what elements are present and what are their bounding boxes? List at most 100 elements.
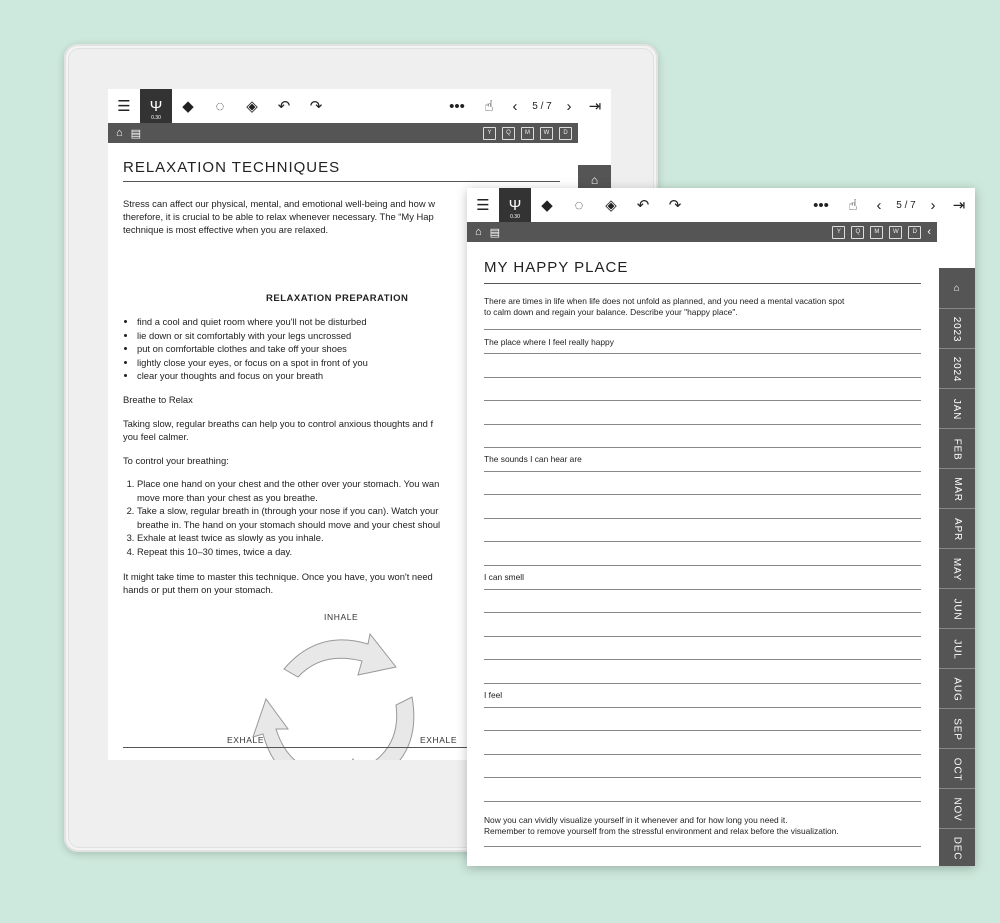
chevron-left-icon[interactable]: ‹	[927, 226, 931, 239]
tab-dec[interactable]: DEC	[939, 828, 975, 867]
next-page-icon[interactable]: ›	[923, 188, 943, 222]
section-place: The place where I feel really happy	[484, 337, 921, 349]
touch-icon[interactable]: ☝	[837, 188, 869, 222]
intro-line: Stress can affect our physical, mental, …	[123, 198, 435, 209]
writing-line[interactable]	[484, 565, 921, 566]
writing-line[interactable]	[484, 518, 921, 519]
notes-icon[interactable]: ▤	[490, 226, 500, 239]
toc-icon[interactable]: ☰	[467, 188, 499, 222]
section-sounds: The sounds I can hear are	[484, 454, 921, 466]
outro-line: Now you can vividly visualize yourself i…	[484, 815, 788, 825]
prev-page-icon[interactable]: ‹	[869, 188, 889, 222]
list-item: lie down or sit comfortably with your le…	[137, 329, 467, 343]
home-icon: ⌂	[953, 282, 961, 294]
pen-tool-icon[interactable]: Ψ 0.30	[140, 89, 172, 123]
prev-page-icon[interactable]: ‹	[505, 89, 525, 123]
tab-may[interactable]: MAY	[939, 548, 975, 589]
writing-line[interactable]	[484, 612, 921, 613]
intro-line: therefore, it is crucial to be able to r…	[123, 211, 434, 222]
touch-icon[interactable]: ☝	[473, 89, 505, 123]
writing-line[interactable]	[484, 754, 921, 755]
eraser-icon[interactable]: ◆	[172, 89, 204, 123]
tab-apr[interactable]: APR	[939, 508, 975, 549]
writing-line[interactable]	[484, 494, 921, 495]
writing-line[interactable]	[484, 353, 921, 354]
writing-line[interactable]	[484, 541, 921, 542]
writing-line[interactable]	[484, 801, 921, 802]
nav-year-button[interactable]: Y	[832, 225, 846, 239]
tab-2023[interactable]: 2023	[939, 308, 975, 349]
title-divider	[484, 283, 921, 284]
tab-home[interactable]: ⌂	[939, 268, 975, 308]
lasso-icon[interactable]: ◌	[563, 188, 595, 222]
tab-label: MAR	[951, 476, 963, 502]
writing-line[interactable]	[484, 377, 921, 378]
writing-line[interactable]	[484, 636, 921, 637]
nav-month-button[interactable]: M	[521, 126, 534, 140]
home-icon[interactable]: ⌂	[116, 127, 123, 139]
nav-week-button[interactable]: W	[889, 225, 903, 239]
tab-2024[interactable]: 2024	[939, 348, 975, 389]
writing-line[interactable]	[484, 777, 921, 778]
outro-text: Now you can vividly visualize yourself i…	[484, 815, 921, 836]
nav-week-button[interactable]: W	[540, 126, 553, 140]
tab-jan[interactable]: JAN	[939, 388, 975, 429]
tab-oct[interactable]: OCT	[939, 748, 975, 789]
writing-line[interactable]	[484, 730, 921, 731]
writing-line[interactable]	[484, 683, 921, 684]
writing-line[interactable]	[484, 424, 921, 425]
next-page-icon[interactable]: ›	[559, 89, 579, 123]
writing-line[interactable]	[484, 447, 921, 448]
undo-icon[interactable]: ↶	[627, 188, 659, 222]
tab-mar[interactable]: MAR	[939, 468, 975, 509]
notes-icon[interactable]: ▤	[131, 127, 141, 140]
breathing-cycle-diagram	[252, 632, 415, 760]
tab-label: JUL	[951, 638, 963, 660]
tab-jun[interactable]: JUN	[939, 588, 975, 629]
breathe-line: you feel calmer.	[123, 431, 189, 442]
writing-line[interactable]	[484, 471, 921, 472]
lasso-icon[interactable]: ◌	[204, 89, 236, 123]
writing-line[interactable]	[484, 707, 921, 708]
nav-quarter-button[interactable]: Q	[502, 126, 515, 140]
section-label: The sounds I can hear are	[484, 454, 582, 464]
writing-line	[484, 846, 921, 847]
eraser-icon[interactable]: ◆	[531, 188, 563, 222]
writing-line[interactable]	[484, 659, 921, 660]
tab-sep[interactable]: SEP	[939, 708, 975, 749]
tab-label: APR	[951, 517, 963, 541]
tab-nov[interactable]: NOV	[939, 788, 975, 829]
steps-list: Place one hand on your chest and the oth…	[123, 477, 477, 558]
undo-icon[interactable]: ↶	[268, 89, 300, 123]
nav-quarter-button[interactable]: Q	[851, 225, 865, 239]
tab-aug[interactable]: AUG	[939, 668, 975, 709]
section-label: The place where I feel really happy	[484, 337, 614, 347]
more-icon[interactable]: •••	[441, 89, 473, 123]
step-text: move more than your chest as you breathe…	[137, 491, 318, 503]
nav-day-button[interactable]: D	[908, 225, 922, 239]
redo-icon[interactable]: ↷	[659, 188, 691, 222]
tab-feb[interactable]: FEB	[939, 428, 975, 469]
breathe-line: Taking slow, regular breaths can help yo…	[123, 418, 434, 429]
nav-year-button[interactable]: Y	[483, 126, 496, 140]
tab-jul[interactable]: JUL	[939, 628, 975, 669]
exit-icon[interactable]: ⇥	[943, 188, 975, 222]
writing-line[interactable]	[484, 589, 921, 590]
layers-icon[interactable]: ◈	[236, 89, 268, 123]
closing-line: It might take time to master this techni…	[123, 571, 433, 582]
nav-day-button[interactable]: D	[559, 126, 572, 140]
home-icon[interactable]: ⌂	[475, 226, 482, 238]
cycle-arrow-right	[351, 696, 415, 760]
writing-line[interactable]	[484, 400, 921, 401]
more-icon[interactable]: •••	[805, 188, 837, 222]
pen-tool-icon[interactable]: Ψ 0.30	[499, 188, 531, 222]
happy-place-page: ☰ Ψ 0.30 ◆ ◌ ◈ ↶ ↷ ••• ☝ ‹ 5 / 7 › ⇥ ⌂ ▤ …	[467, 188, 975, 866]
nav-month-button[interactable]: M	[870, 225, 884, 239]
cycle-arrow-top	[283, 632, 397, 678]
redo-icon[interactable]: ↷	[300, 89, 332, 123]
exit-icon[interactable]: ⇥	[579, 89, 611, 123]
month-tabs: ⌂ 2023 2024 JAN FEB MAR APR MAY JUN JUL …	[939, 268, 975, 866]
layers-icon[interactable]: ◈	[595, 188, 627, 222]
section-label: I can smell	[484, 572, 525, 582]
toc-icon[interactable]: ☰	[108, 89, 140, 123]
